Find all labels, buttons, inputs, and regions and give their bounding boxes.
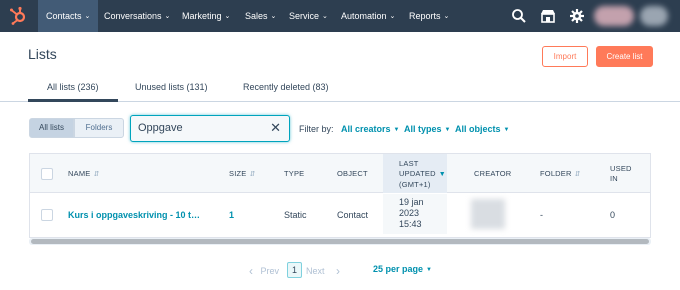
column-header-type: TYPE: [284, 169, 305, 178]
list-object: Contact: [337, 210, 369, 220]
nav-automation[interactable]: Automation ⌄: [341, 0, 395, 32]
per-page-label: 25 per page: [373, 264, 424, 274]
horizontal-scrollbar[interactable]: [29, 238, 651, 245]
column-header-last-updated[interactable]: LAST UPDATED ▼ (GMT+1): [399, 159, 446, 190]
select-all-checkbox[interactable]: [41, 168, 53, 180]
last-updated-line-3: (GMT+1): [399, 180, 431, 189]
tab-unused-lists[interactable]: Unused lists (131): [135, 82, 208, 92]
page-title: Lists: [28, 46, 57, 62]
column-header-object: OBJECT: [337, 169, 368, 178]
column-folder-label: FOLDER: [540, 169, 572, 178]
column-header-used-in[interactable]: USED IN: [610, 164, 632, 184]
filter-by-label: Filter by:: [299, 124, 334, 134]
nav-conversations[interactable]: Conversations ⌄: [104, 0, 170, 32]
prev-page-button[interactable]: ‹ Prev: [249, 264, 279, 278]
list-name-link[interactable]: Kurs i oppgaveskriving - 10 t…: [68, 210, 200, 220]
nav-reports[interactable]: Reports ⌄: [409, 0, 449, 32]
chevron-down-icon: ▼: [503, 127, 510, 133]
types-filter-label: All types: [404, 124, 442, 134]
list-type: Static: [284, 210, 307, 220]
nav-reports-label: Reports: [409, 11, 441, 21]
nav-contacts-label: Contacts: [46, 11, 82, 21]
types-filter-dropdown[interactable]: All types ▼: [404, 124, 450, 134]
view-folders-toggle[interactable]: Folders: [74, 118, 124, 138]
creators-filter-dropdown[interactable]: All creators ▼: [341, 124, 399, 134]
sort-icon: ⇵: [249, 171, 256, 178]
chevron-down-icon: ⌄: [443, 13, 450, 20]
column-header-name[interactable]: NAME ⇵: [68, 169, 100, 180]
nav-sales-label: Sales: [245, 11, 268, 21]
sort-icon: ⇵: [93, 171, 100, 178]
chevron-down-icon: ⌄: [389, 13, 396, 20]
per-page-dropdown[interactable]: 25 per page ▼: [373, 264, 432, 274]
nav-conversations-label: Conversations: [104, 11, 162, 21]
active-tab-indicator: [28, 99, 118, 102]
chevron-down-icon: ▼: [426, 267, 432, 273]
column-size-label: SIZE: [229, 169, 247, 178]
sort-descending-icon: ▼: [438, 171, 446, 178]
marketplace-icon[interactable]: [540, 8, 556, 24]
nav-automation-label: Automation: [341, 11, 387, 21]
chevron-down-icon: ▼: [444, 127, 451, 133]
prev-label: Prev: [260, 266, 280, 276]
list-used-in: 0: [610, 210, 616, 220]
column-header-creator: CREATOR: [474, 169, 512, 178]
objects-filter-label: All objects: [455, 124, 501, 134]
chevron-down-icon: ⌄: [84, 13, 91, 20]
last-updated-line-2-text: UPDATED: [399, 169, 436, 178]
sort-icon: ⇵: [574, 171, 581, 178]
updated-time: 15:43: [399, 219, 422, 229]
nav-service[interactable]: Service ⌄: [289, 0, 328, 32]
nav-contacts[interactable]: Contacts ⌄: [38, 0, 99, 32]
nav-marketing-label: Marketing: [182, 11, 222, 21]
updated-year: 2023: [399, 208, 420, 218]
chevron-left-icon: ‹: [249, 264, 253, 278]
table-header: NAME ⇵ SIZE ⇵ TYPE OBJECT LAST UPDATED ▼ (G…: [30, 154, 650, 193]
column-header-folder[interactable]: FOLDER ⇵: [540, 169, 581, 180]
search-input[interactable]: Oppgave ✕: [130, 115, 290, 142]
last-updated-line-2: UPDATED ▼: [399, 169, 446, 180]
nav-service-label: Service: [289, 11, 320, 21]
import-button[interactable]: Import: [542, 46, 588, 67]
creators-filter-label: All creators: [341, 124, 391, 134]
close-icon[interactable]: ✕: [270, 121, 281, 135]
chevron-down-icon: ⌄: [270, 13, 277, 20]
last-updated-line-1: LAST: [399, 159, 419, 168]
used-in-line-2: IN: [610, 174, 618, 183]
chevron-down-icon: ⌄: [224, 13, 231, 20]
column-header-size[interactable]: SIZE ⇵: [229, 169, 256, 180]
list-folder: -: [540, 210, 543, 220]
creator-redacted: [471, 199, 505, 229]
column-name-label: NAME: [68, 169, 91, 178]
next-page-button[interactable]: Next ›: [306, 264, 340, 278]
hubspot-logo-icon[interactable]: [8, 6, 28, 26]
top-navigation-bar: Contacts ⌄ Conversations ⌄ Marketing ⌄ Sale…: [0, 0, 680, 32]
list-size-link[interactable]: 1: [229, 210, 234, 220]
tab-all-lists[interactable]: All lists (236): [47, 82, 99, 92]
scrollbar-thumb[interactable]: [31, 239, 649, 244]
current-page[interactable]: 1: [287, 262, 302, 278]
chevron-down-icon: ▼: [393, 127, 400, 133]
lists-table: NAME ⇵ SIZE ⇵ TYPE OBJECT LAST UPDATED ▼ (G…: [29, 153, 651, 238]
row-select-checkbox[interactable]: [41, 209, 53, 221]
search-icon[interactable]: [511, 8, 527, 24]
objects-filter-dropdown[interactable]: All objects ▼: [455, 124, 509, 134]
search-input-value: Oppgave: [138, 122, 183, 134]
used-in-line-1: USED: [610, 164, 632, 173]
user-avatar[interactable]: [640, 6, 668, 26]
account-avatar[interactable]: [594, 6, 634, 26]
gear-icon[interactable]: [569, 8, 585, 24]
nav-sales[interactable]: Sales ⌄: [245, 0, 276, 32]
chevron-down-icon: ⌄: [322, 13, 328, 20]
nav-marketing[interactable]: Marketing ⌄: [182, 0, 230, 32]
tab-recently-deleted[interactable]: Recently deleted (83): [243, 82, 329, 92]
chevron-right-icon: ›: [336, 264, 341, 278]
chevron-down-icon: ⌄: [164, 13, 171, 20]
create-list-button[interactable]: Create list: [596, 46, 653, 67]
next-label: Next: [306, 266, 325, 276]
updated-date: 19 jan: [399, 197, 424, 207]
view-all-lists-toggle[interactable]: All lists: [29, 118, 74, 138]
list-last-updated: 19 jan 2023 15:43: [399, 197, 424, 230]
